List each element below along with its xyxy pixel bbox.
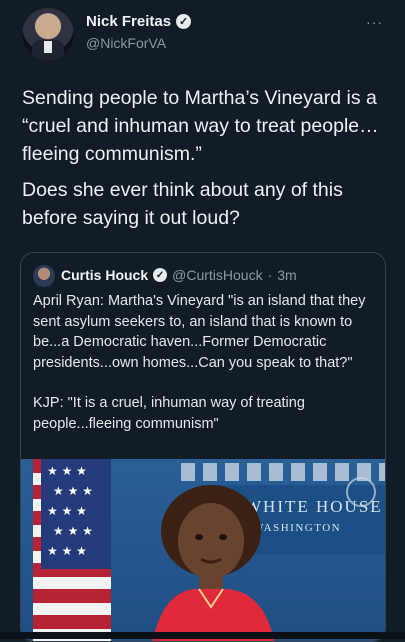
author-name[interactable]: Nick Freitas xyxy=(86,13,171,30)
tweet-text: Sending people to Martha’s Vineyard is a… xyxy=(22,84,392,240)
quote-media-image[interactable]: ★ ★ ★ ★ ★ ★ ★ ★ ★ ★ ★ ★ ★ ★ ★ WHITE HOUS… xyxy=(21,459,385,641)
quote-author-name[interactable]: Curtis Houck xyxy=(61,267,148,283)
quote-paragraph: April Ryan: Martha's Vineyard "is an isl… xyxy=(33,293,366,371)
quote-author-avatar[interactable] xyxy=(33,265,55,287)
svg-text:★ ★ ★: ★ ★ ★ xyxy=(47,504,87,518)
author-avatar[interactable] xyxy=(22,8,74,60)
quote-text: April Ryan: Martha's Vineyard "is an isl… xyxy=(33,291,377,454)
more-dots-icon[interactable]: ··· xyxy=(366,14,383,30)
american-flag-icon: ★ ★ ★ ★ ★ ★ ★ ★ ★ ★ ★ ★ ★ ★ ★ xyxy=(33,459,111,641)
quoted-tweet-card[interactable]: Curtis Houck ✓ @CurtisHouck · 3m April R… xyxy=(20,252,386,642)
quote-paragraph: KJP: "It is a cruel, inhuman way of trea… xyxy=(33,395,305,432)
svg-text:★ ★ ★: ★ ★ ★ xyxy=(53,484,93,498)
svg-text:★ ★ ★: ★ ★ ★ xyxy=(47,544,87,558)
seal-icon xyxy=(346,477,376,507)
quote-header: Curtis Houck ✓ @CurtisHouck · 3m xyxy=(61,267,297,283)
tweet-paragraph: Sending people to Martha’s Vineyard is a… xyxy=(22,87,379,165)
speaker-person-illustration xyxy=(152,485,275,641)
quote-separator: · xyxy=(267,267,273,283)
quote-time[interactable]: 3m xyxy=(277,267,296,283)
svg-text:★ ★ ★: ★ ★ ★ xyxy=(53,524,93,538)
author-name-row[interactable]: Nick Freitas ✓ xyxy=(86,13,192,30)
verified-badge-icon: ✓ xyxy=(153,268,168,282)
tweet-page: Nick Freitas ✓ @NickForVA ··· Sending pe… xyxy=(0,0,405,642)
verified-badge-icon: ✓ xyxy=(176,14,192,29)
tweet-paragraph: Does she ever think about any of this be… xyxy=(22,179,343,229)
svg-text:★ ★ ★: ★ ★ ★ xyxy=(47,464,87,478)
author-handle[interactable]: @NickForVA xyxy=(86,35,166,51)
bottom-edge xyxy=(0,632,405,639)
quote-author-handle[interactable]: @CurtisHouck xyxy=(172,267,262,283)
